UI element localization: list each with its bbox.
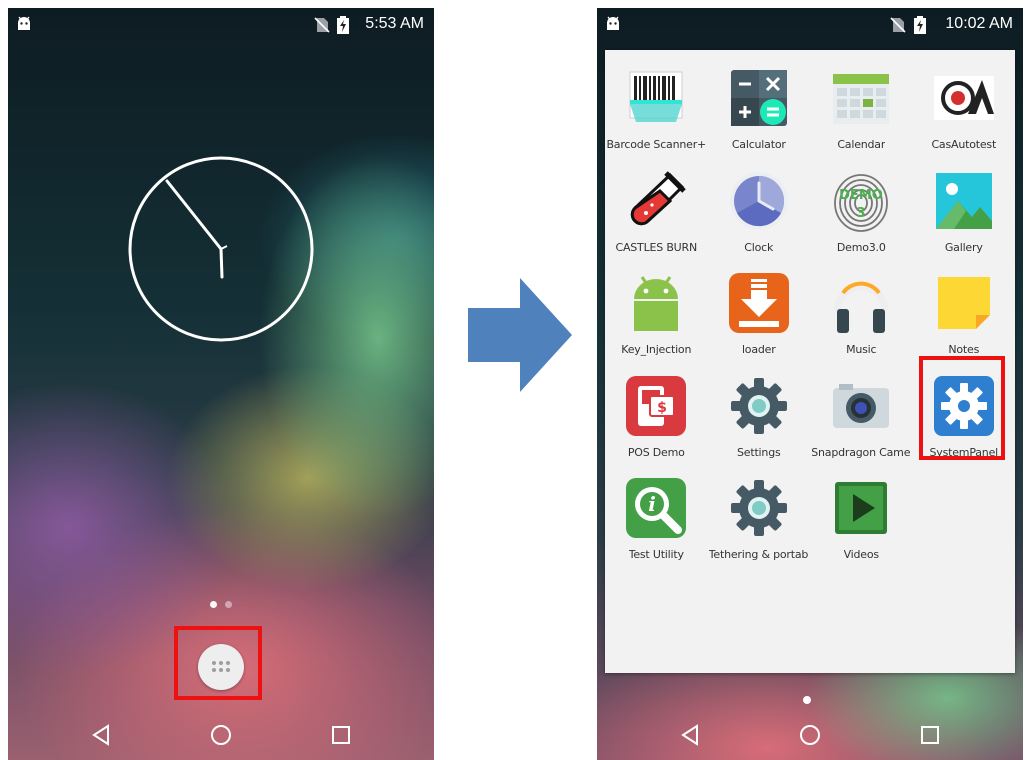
test-tube-icon bbox=[631, 170, 687, 225]
page-dot bbox=[225, 601, 232, 608]
highlight-box-drawer bbox=[174, 626, 262, 700]
svg-text:$: $ bbox=[657, 400, 667, 416]
calendar-icon bbox=[833, 74, 890, 124]
app-label: Clock bbox=[744, 240, 774, 254]
app-test-utility[interactable]: i Test Utility bbox=[605, 472, 708, 575]
app-barcode-scanner[interactable]: Barcode Scanner+ bbox=[605, 62, 708, 165]
status-bar: 10:02 AM bbox=[597, 8, 1023, 42]
fingerprint-demo-icon: DEMO 3 bbox=[834, 173, 889, 232]
recents-icon[interactable] bbox=[915, 720, 945, 750]
app-calculator[interactable]: Calculator bbox=[708, 62, 811, 165]
pos-terminal-icon: $ bbox=[626, 375, 687, 436]
home-screen: 5:53 AM bbox=[8, 8, 434, 760]
gallery-icon bbox=[935, 172, 992, 229]
app-calendar[interactable]: Calendar bbox=[810, 62, 913, 165]
android-notification-icon bbox=[605, 16, 621, 35]
app-label: Settings bbox=[736, 445, 781, 459]
app-key-injection[interactable]: Key_Injection bbox=[605, 267, 708, 370]
app-music[interactable]: Music bbox=[810, 267, 913, 370]
app-label: Demo3.0 bbox=[836, 240, 886, 254]
battery-charging-icon bbox=[336, 16, 350, 39]
app-label: Barcode Scanner+ bbox=[606, 138, 707, 151]
page-indicator bbox=[8, 601, 434, 608]
app-notes[interactable]: Notes bbox=[913, 267, 1016, 370]
transition-arrow bbox=[468, 278, 572, 392]
page-dot-active bbox=[210, 601, 217, 608]
headphones-icon bbox=[833, 281, 889, 333]
app-label: Music bbox=[846, 343, 877, 356]
app-label: CasAutotest bbox=[931, 138, 997, 151]
app-castles-burn[interactable]: CASTLES BURN bbox=[605, 165, 708, 268]
app-label: Snapdragon Came.. bbox=[811, 445, 912, 459]
svg-text:i: i bbox=[648, 492, 656, 516]
app-clock[interactable]: Clock bbox=[708, 165, 811, 268]
navigation-bar bbox=[597, 710, 1023, 760]
app-label: Calculator bbox=[731, 138, 786, 151]
svg-text:3: 3 bbox=[857, 206, 866, 221]
app-label: Key_Injection bbox=[621, 343, 692, 356]
app-settings[interactable]: Settings bbox=[708, 370, 811, 473]
status-bar: 5:53 AM bbox=[8, 8, 434, 42]
analog-clock-widget[interactable] bbox=[125, 153, 317, 345]
home-icon[interactable] bbox=[795, 720, 825, 750]
recents-icon[interactable] bbox=[326, 720, 356, 750]
app-gallery[interactable]: Gallery bbox=[913, 165, 1016, 268]
camera-icon bbox=[833, 383, 890, 428]
app-label: Test Utility bbox=[628, 548, 684, 561]
status-time: 10:02 AM bbox=[945, 15, 1013, 32]
no-sim-icon bbox=[314, 17, 330, 38]
android-notification-icon bbox=[16, 16, 32, 35]
app-demo3[interactable]: DEMO 3 Demo3.0 bbox=[810, 165, 913, 268]
casautotest-icon bbox=[933, 76, 994, 120]
no-sim-icon bbox=[890, 17, 906, 38]
calculator-icon bbox=[730, 70, 787, 126]
app-label: loader bbox=[741, 343, 776, 356]
barcode-scanner-icon bbox=[629, 71, 683, 122]
download-icon bbox=[728, 273, 789, 333]
back-icon[interactable] bbox=[86, 720, 116, 750]
status-time: 5:53 AM bbox=[365, 15, 424, 32]
home-icon[interactable] bbox=[206, 720, 236, 750]
app-label: Calendar bbox=[837, 138, 886, 151]
app-grid: Barcode Scanner+ Calculator Calendar Cas… bbox=[605, 62, 1015, 575]
highlight-box-systempanel bbox=[919, 356, 1005, 460]
app-videos[interactable]: Videos bbox=[810, 472, 913, 575]
battery-charging-icon bbox=[913, 16, 927, 39]
app-label: Videos bbox=[843, 548, 879, 561]
app-label: Notes bbox=[948, 343, 980, 356]
app-pos-demo[interactable]: $ POS Demo bbox=[605, 370, 708, 473]
app-label: CASTLES BURN bbox=[615, 240, 698, 254]
app-snapdragon-camera[interactable]: Snapdragon Came.. bbox=[810, 370, 913, 473]
app-label: POS Demo bbox=[627, 445, 685, 459]
tethering-gear-icon bbox=[730, 480, 787, 536]
app-label: Tethering & portab.. bbox=[708, 548, 809, 561]
sticky-note-icon bbox=[937, 277, 990, 329]
svg-text:DEMO: DEMO bbox=[839, 188, 883, 203]
app-label: Gallery bbox=[944, 240, 983, 254]
app-tethering[interactable]: Tethering & portab.. bbox=[708, 472, 811, 575]
play-icon bbox=[835, 482, 888, 534]
page-dot-active bbox=[803, 696, 811, 704]
clock-icon bbox=[729, 171, 788, 230]
android-icon bbox=[634, 276, 679, 331]
navigation-bar bbox=[8, 710, 434, 760]
app-casautotest[interactable]: CasAutotest bbox=[913, 62, 1016, 165]
app-drawer-screen: 10:02 AM Barcode Scanner+ Calculator Cal… bbox=[597, 8, 1023, 760]
settings-gear-icon bbox=[730, 377, 787, 434]
app-loader[interactable]: loader bbox=[708, 267, 811, 370]
back-icon[interactable] bbox=[675, 720, 705, 750]
magnifier-info-icon: i bbox=[626, 478, 687, 538]
